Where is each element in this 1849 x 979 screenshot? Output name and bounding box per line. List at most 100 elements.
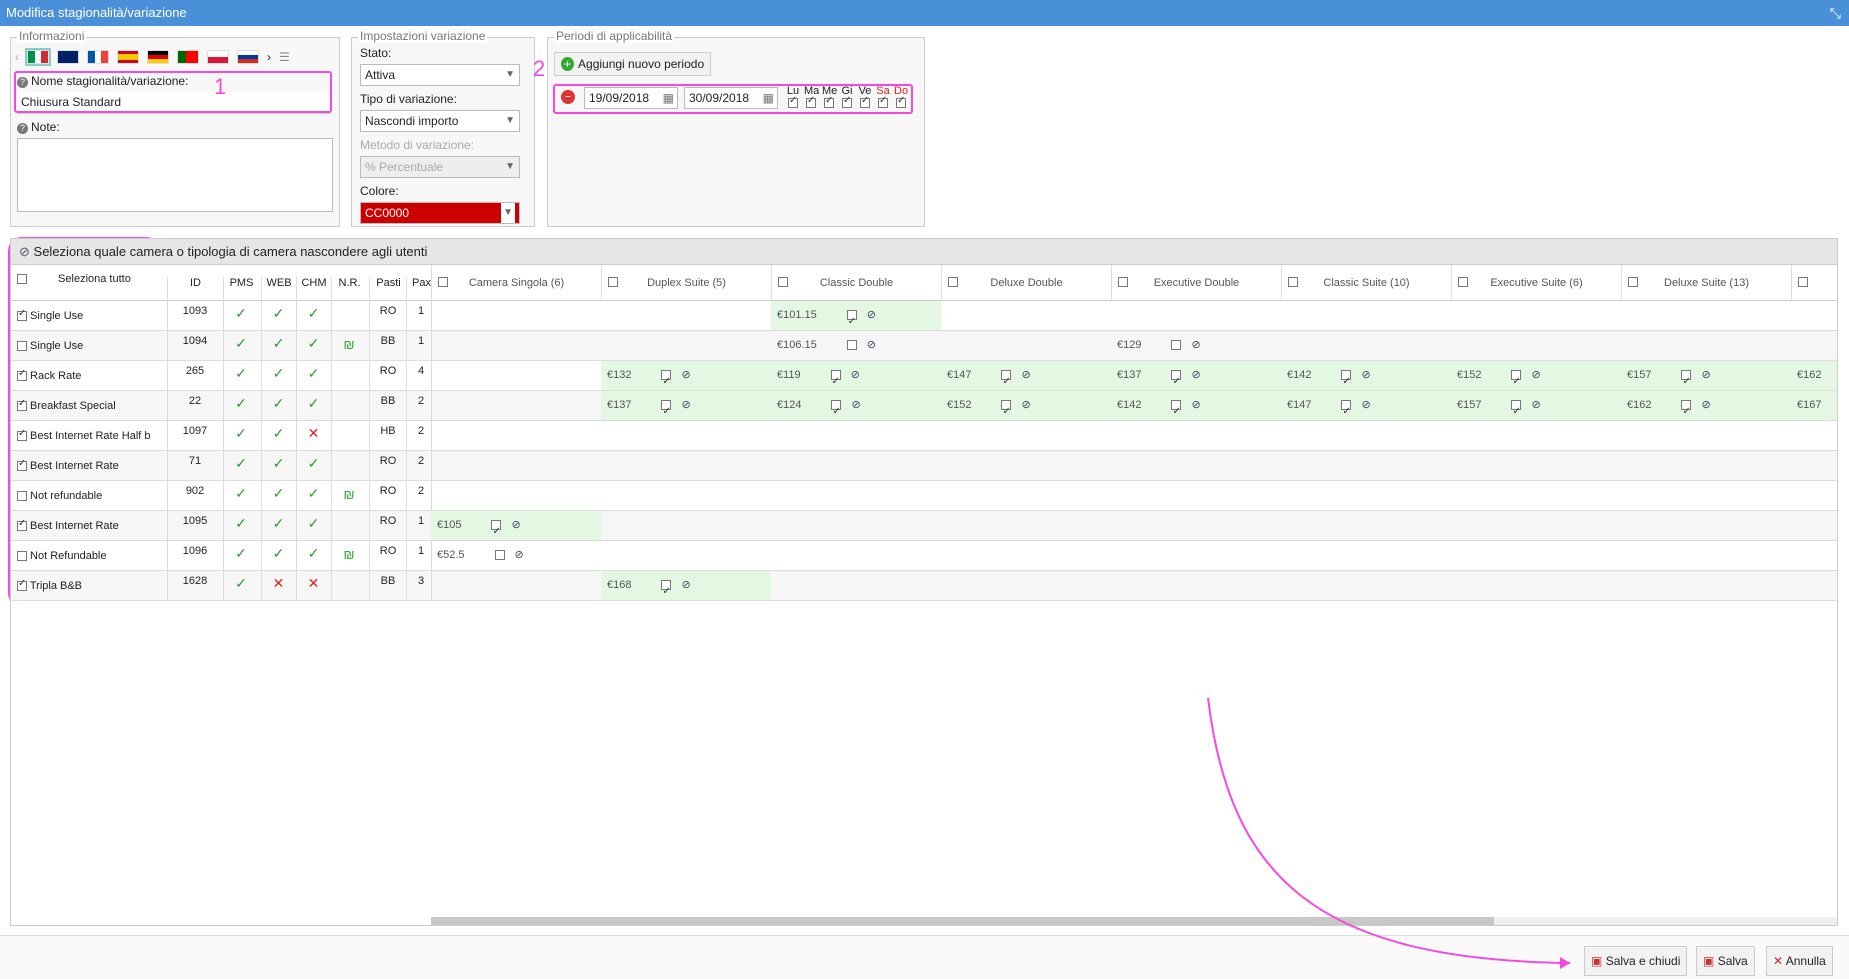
- eye-slash-icon[interactable]: ⊘: [681, 579, 690, 591]
- checkbox[interactable]: [17, 274, 27, 285]
- eye-slash-icon[interactable]: ⊘: [1531, 369, 1540, 381]
- price-cell[interactable]: €152 ⊘: [941, 391, 1111, 426]
- price-cell[interactable]: €106.15 ⊘: [771, 331, 941, 360]
- checkbox[interactable]: [830, 367, 841, 396]
- tipo-select[interactable]: Nascondi importo ▼: [360, 110, 520, 132]
- price-cell[interactable]: €152 ⊘: [1451, 361, 1621, 396]
- add-period-button[interactable]: + Aggiungi nuovo periodo: [554, 52, 712, 76]
- rate-name[interactable]: Best Internet Rate: [17, 460, 165, 472]
- flag-de-icon[interactable]: [147, 50, 169, 64]
- checkbox[interactable]: [778, 277, 788, 287]
- rate-name[interactable]: Not Refundable: [17, 550, 165, 562]
- eye-slash-icon[interactable]: ⊘: [1531, 399, 1540, 411]
- eye-slash-icon[interactable]: ⊘: [681, 369, 690, 381]
- checkbox[interactable]: [1681, 397, 1692, 426]
- price-cell[interactable]: €137 ⊘: [601, 391, 771, 426]
- eye-slash-icon[interactable]: ⊘: [1701, 399, 1710, 411]
- checkbox[interactable]: [1681, 367, 1692, 396]
- checkbox[interactable]: [1288, 277, 1298, 287]
- checkbox[interactable]: [17, 430, 27, 442]
- room-header[interactable]: Classic Suite (10): [1281, 265, 1451, 301]
- room-header[interactable]: Deluxe Double: [941, 265, 1111, 301]
- checkbox[interactable]: [17, 310, 27, 322]
- checkbox[interactable]: [1171, 397, 1182, 426]
- rate-name[interactable]: Tripla B&B: [17, 580, 165, 592]
- notes-textarea[interactable]: [17, 138, 333, 212]
- checkbox[interactable]: [17, 551, 27, 562]
- eye-slash-icon[interactable]: ⊘: [867, 339, 876, 351]
- price-cell[interactable]: €119 ⊘: [771, 361, 941, 396]
- eye-slash-icon[interactable]: ⊘: [511, 519, 520, 531]
- save-button[interactable]: ▣ Salva: [1696, 946, 1755, 976]
- checkbox[interactable]: [17, 520, 27, 532]
- room-header[interactable]: Duplex Suite (5): [601, 265, 771, 301]
- price-cell[interactable]: €157 ⊘: [1621, 361, 1791, 396]
- eye-slash-icon[interactable]: ⊘: [1701, 369, 1710, 381]
- room-header[interactable]: Tw: [1791, 265, 1837, 301]
- stato-select[interactable]: Attiva ▼: [360, 64, 520, 86]
- rate-name[interactable]: Best Internet Rate: [17, 520, 165, 532]
- next-icon[interactable]: ›: [267, 50, 271, 64]
- rate-name[interactable]: Rack Rate: [17, 370, 165, 382]
- checkbox[interactable]: [1001, 367, 1012, 396]
- list-icon[interactable]: ☰: [279, 50, 290, 64]
- checkbox[interactable]: [491, 517, 502, 546]
- checkbox[interactable]: [17, 460, 27, 472]
- checkbox[interactable]: [17, 580, 27, 592]
- eye-slash-icon[interactable]: ⊘: [1191, 339, 1200, 351]
- flag-es-icon[interactable]: [117, 50, 139, 64]
- price-cell[interactable]: €137 ⊘: [1111, 361, 1281, 396]
- minimize-icon[interactable]: ⤡: [1830, 0, 1841, 26]
- price-cell[interactable]: €147 ⊘: [1281, 391, 1451, 426]
- cancel-button[interactable]: ✕ Annulla: [1766, 946, 1833, 976]
- price-cell[interactable]: €147 ⊘: [941, 361, 1111, 396]
- flag-it-icon[interactable]: [25, 48, 51, 66]
- checkbox[interactable]: [1628, 277, 1638, 287]
- price-cell[interactable]: €142 ⊘: [1111, 391, 1281, 426]
- checkbox[interactable]: [1798, 277, 1808, 287]
- checkbox[interactable]: [438, 277, 448, 287]
- rate-name[interactable]: Not refundable: [17, 490, 165, 502]
- select-all[interactable]: Seleziona tutto: [17, 273, 131, 285]
- price-cell[interactable]: €105 ⊘: [431, 511, 601, 546]
- flag-gb-icon[interactable]: [57, 50, 79, 64]
- room-header[interactable]: Executive Double: [1111, 265, 1281, 301]
- checkbox[interactable]: [1001, 397, 1012, 426]
- checkbox[interactable]: [1171, 340, 1182, 351]
- price-cell[interactable]: €129 ⊘: [1111, 331, 1281, 360]
- checkbox[interactable]: [1458, 277, 1468, 287]
- save-close-button[interactable]: ▣ Salva e chiudi: [1584, 946, 1688, 976]
- price-cell[interactable]: €132 ⊘: [601, 361, 771, 396]
- horizontal-scrollbar[interactable]: [431, 917, 1837, 925]
- eye-slash-icon[interactable]: ⊘: [515, 549, 524, 561]
- colore-select[interactable]: CC0000 ▼: [360, 202, 520, 224]
- checkbox[interactable]: [17, 370, 27, 382]
- flag-fr-icon[interactable]: [87, 50, 109, 64]
- price-cell[interactable]: €124 ⊘: [771, 391, 941, 426]
- eye-slash-icon[interactable]: ⊘: [867, 309, 876, 321]
- price-cell[interactable]: €162⊘: [1791, 361, 1837, 390]
- checkbox[interactable]: [1341, 367, 1352, 396]
- rate-name[interactable]: Breakfast Special: [17, 400, 165, 412]
- checkbox[interactable]: [1511, 367, 1522, 396]
- checkbox[interactable]: [608, 277, 618, 287]
- eye-slash-icon[interactable]: ⊘: [1191, 399, 1200, 411]
- room-header[interactable]: Deluxe Suite (13): [1621, 265, 1791, 301]
- price-cell[interactable]: €52.5 ⊘: [431, 541, 601, 570]
- checkbox[interactable]: [494, 550, 505, 561]
- checkbox[interactable]: [17, 491, 27, 502]
- checkbox[interactable]: [831, 397, 842, 426]
- price-cell[interactable]: €142 ⊘: [1281, 361, 1451, 396]
- rate-name[interactable]: Single Use: [17, 340, 165, 352]
- checkbox[interactable]: [846, 340, 857, 351]
- rate-name[interactable]: Best Internet Rate Half b: [17, 430, 165, 442]
- eye-slash-icon[interactable]: ⊘: [1361, 369, 1370, 381]
- room-header[interactable]: Camera Singola (6): [431, 265, 601, 301]
- price-cell[interactable]: €168 ⊘: [601, 571, 771, 606]
- prev-icon[interactable]: ‹: [15, 50, 19, 64]
- eye-slash-icon[interactable]: ⊘: [1191, 369, 1200, 381]
- price-cell[interactable]: €101.15 ⊘: [771, 301, 941, 336]
- checkbox[interactable]: [17, 400, 27, 412]
- eye-slash-icon[interactable]: ⊘: [1021, 369, 1030, 381]
- eye-slash-icon[interactable]: ⊘: [1021, 399, 1030, 411]
